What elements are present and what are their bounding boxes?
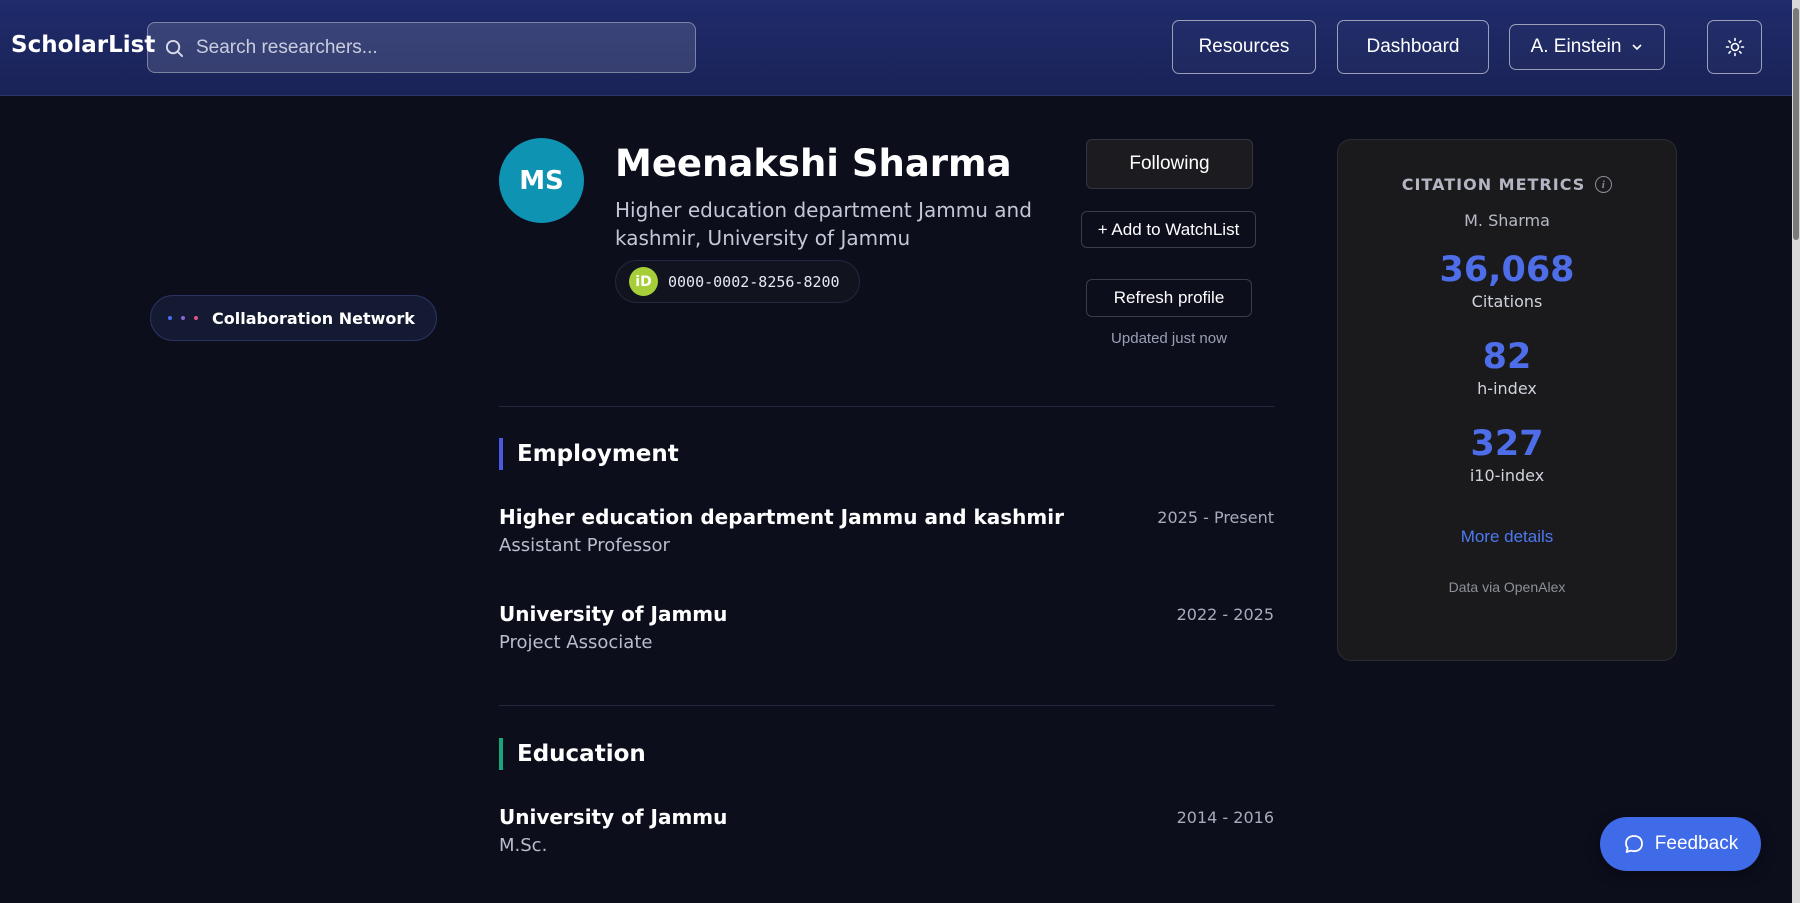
researcher-affiliation: Higher education department Jammu and ka… (615, 198, 1032, 250)
citations-value: 36,068 (1439, 250, 1575, 290)
page-scrollbar[interactable] (1792, 0, 1800, 903)
education-entry: University of Jammu M.Sc. 2014 - 2016 (499, 805, 1274, 856)
following-button[interactable]: Following (1086, 139, 1253, 189)
collaboration-network-button[interactable]: Collaboration Network (150, 295, 437, 341)
divider (499, 705, 1274, 706)
education-title: Education (517, 741, 646, 767)
collaboration-network-label: Collaboration Network (212, 308, 415, 328)
employment-entry: Higher education department Jammu and ka… (499, 505, 1274, 556)
add-to-watchlist-button[interactable]: + Add to WatchList (1081, 211, 1256, 248)
info-icon[interactable]: i (1595, 176, 1613, 193)
network-dots-icon (168, 316, 198, 320)
search-box[interactable] (147, 22, 696, 73)
divider (499, 406, 1274, 407)
h-index-value: 82 (1482, 337, 1532, 377)
entry-role: Assistant Professor (499, 535, 670, 556)
entry-role: M.Sc. (499, 835, 548, 856)
orcid-icon: iD (629, 267, 658, 296)
metrics-author-name: M. Sharma (1464, 211, 1550, 230)
data-source-note: Data via OpenAlex (1448, 579, 1566, 595)
dot-2 (181, 316, 185, 320)
entry-org: University of Jammu (499, 602, 728, 626)
feedback-label: Feedback (1654, 833, 1739, 854)
researcher-name: Meenakshi Sharma (615, 142, 1012, 185)
user-menu-label: A. Einstein (1530, 36, 1622, 57)
citation-metrics-title: CITATION METRICS (1401, 175, 1586, 194)
updated-status: Updated just now (1111, 330, 1227, 347)
feedback-button[interactable]: Feedback (1600, 817, 1761, 871)
dot-3 (194, 316, 198, 320)
chat-bubble-icon (1624, 835, 1643, 853)
chevron-down-icon (1632, 44, 1642, 51)
entry-years: 2022 - 2025 (1176, 605, 1274, 624)
orcid-badge[interactable]: iD 0000-0002-8256-8200 (615, 260, 860, 303)
section-accent-bar (499, 438, 503, 470)
user-menu-button[interactable]: A. Einstein (1509, 24, 1665, 70)
i10-index-value: 327 (1470, 424, 1544, 464)
dashboard-button[interactable]: Dashboard (1337, 20, 1489, 74)
refresh-profile-button[interactable]: Refresh profile (1086, 279, 1252, 317)
more-details-link[interactable]: More details (1461, 527, 1554, 546)
orcid-id: 0000-0002-8256-8200 (668, 272, 840, 291)
section-accent-bar (499, 738, 503, 770)
citation-metrics-heading: CITATION METRICS i (1338, 175, 1676, 194)
top-navbar: ScholarList Resources Dashboard A. Einst… (0, 0, 1800, 96)
citations-label: Citations (1471, 292, 1543, 311)
sun-icon (1725, 37, 1744, 57)
search-input[interactable] (196, 23, 686, 72)
brand-logo[interactable]: ScholarList (11, 32, 155, 58)
h-index-label: h-index (1477, 379, 1537, 398)
avatar: MS (499, 138, 584, 223)
dot-1 (168, 316, 172, 320)
scrollbar-thumb[interactable] (1793, 8, 1799, 240)
search-icon (165, 39, 184, 58)
employment-title: Employment (517, 441, 679, 467)
entry-years: 2014 - 2016 (1176, 808, 1274, 827)
employment-entry: University of Jammu Project Associate 20… (499, 602, 1274, 653)
resources-button[interactable]: Resources (1172, 20, 1316, 74)
education-heading: Education (499, 738, 646, 770)
entry-role: Project Associate (499, 632, 653, 653)
entry-org: University of Jammu (499, 805, 728, 829)
theme-toggle-button[interactable] (1707, 20, 1762, 74)
citation-metrics-card: CITATION METRICS i M. Sharma 36,068 Cita… (1337, 139, 1677, 661)
i10-index-label: i10-index (1469, 466, 1545, 485)
entry-years: 2025 - Present (1157, 508, 1274, 527)
employment-heading: Employment (499, 438, 679, 470)
